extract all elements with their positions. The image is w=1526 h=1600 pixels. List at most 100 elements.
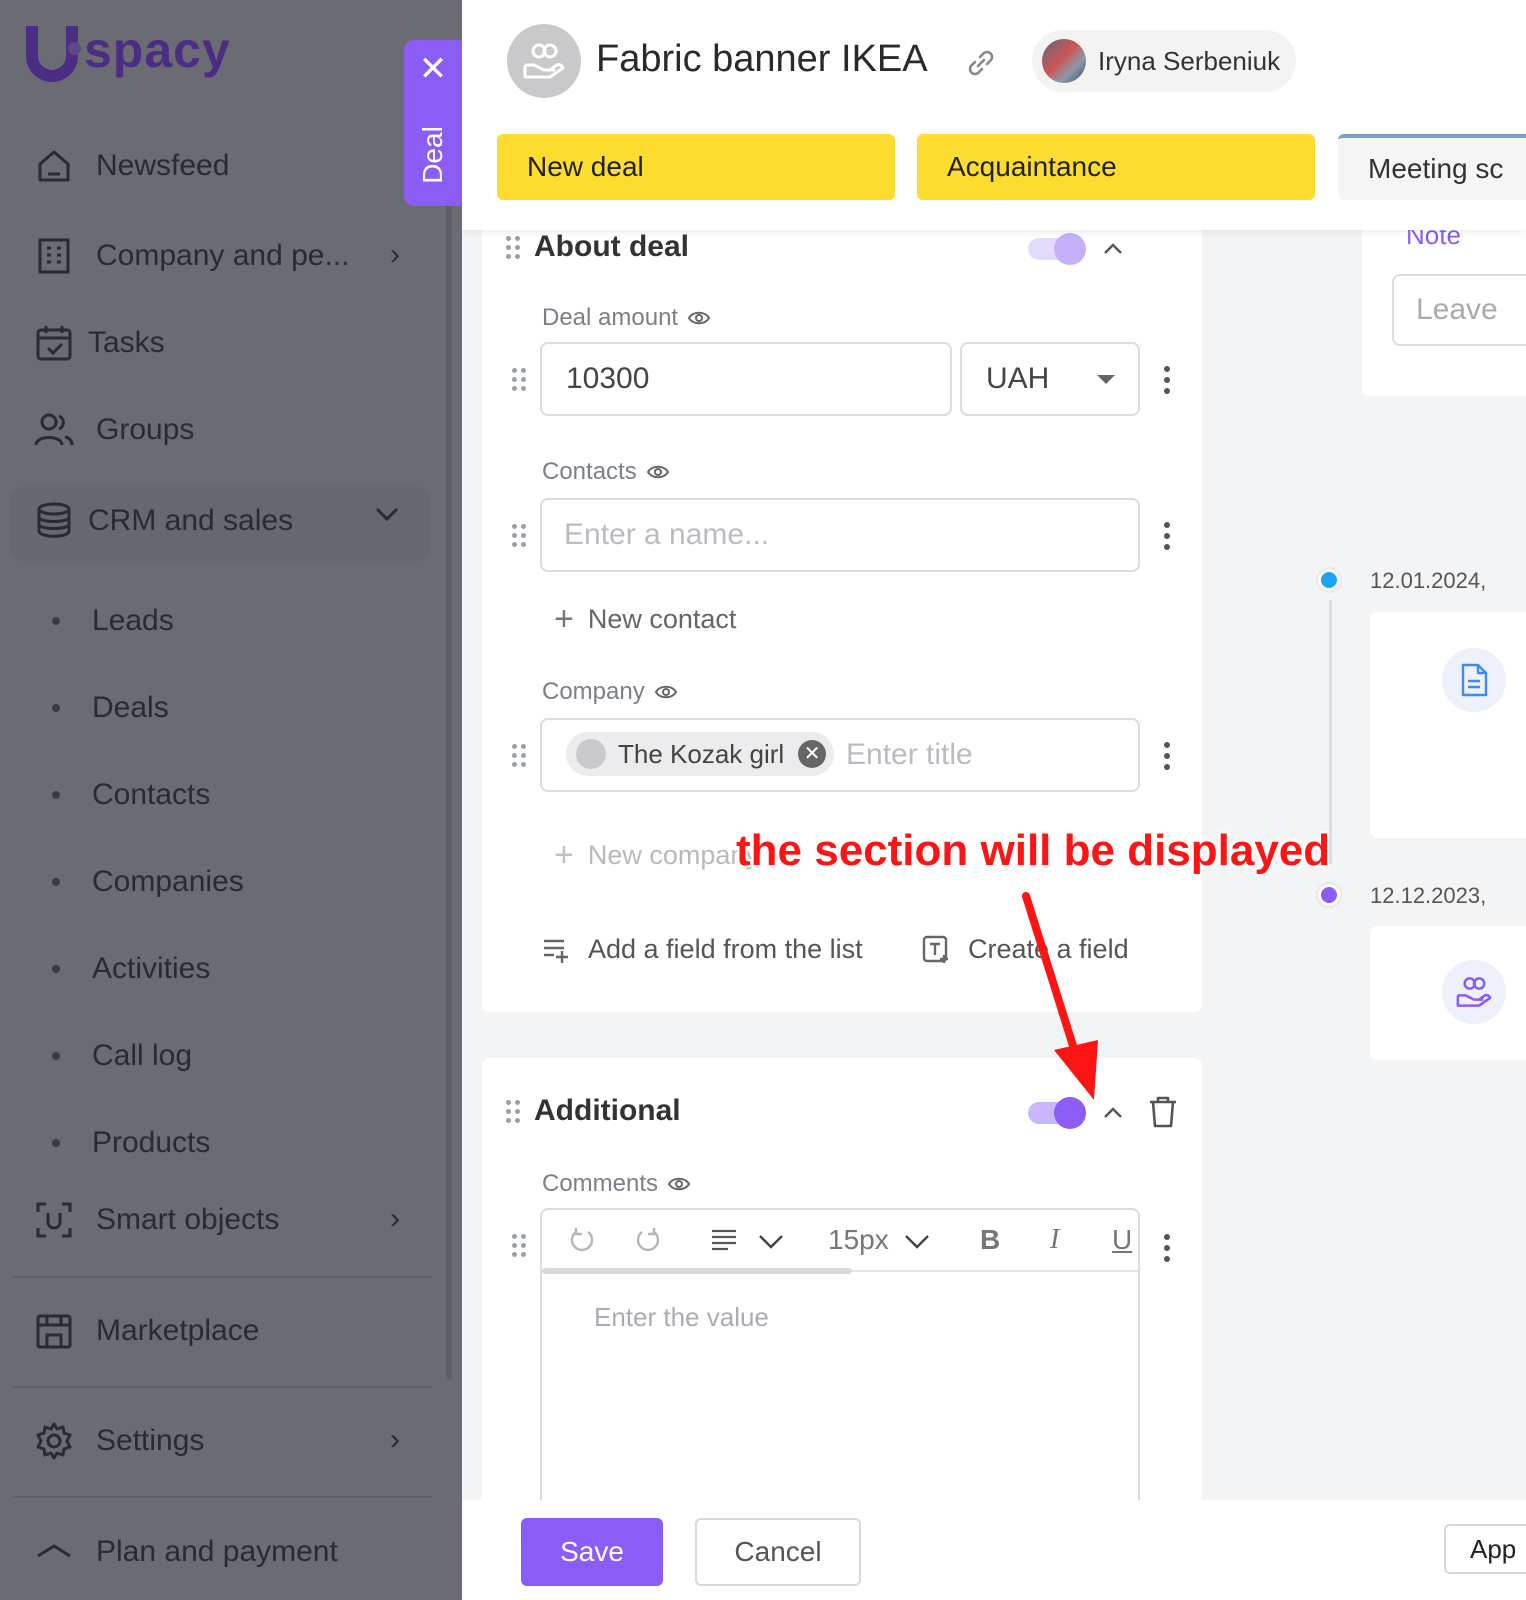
sidebar-subitem-call-log[interactable]: Call log	[52, 1031, 192, 1081]
field-menu-icon[interactable]	[1162, 742, 1172, 772]
sidebar-item-company[interactable]: Company and pe... ›	[30, 226, 430, 286]
timeline-item-card[interactable]	[1370, 612, 1526, 838]
users-icon	[30, 406, 78, 454]
sidebar-item-plan[interactable]: Plan and payment	[30, 1522, 430, 1582]
timeline-item-card[interactable]	[1370, 926, 1526, 1060]
comments-label: Comments	[542, 1170, 691, 1198]
note-input[interactable]: Leave	[1392, 274, 1526, 346]
sidebar-item-label: Settings	[96, 1424, 205, 1457]
font-size-value[interactable]: 15px	[828, 1224, 889, 1256]
editor-placeholder: Enter the value	[594, 1302, 769, 1332]
currency-select[interactable]: UAH	[960, 342, 1140, 416]
home-icon	[30, 142, 78, 190]
bold-button[interactable]: B	[980, 1224, 1000, 1256]
new-contact-button[interactable]: + New contact	[554, 602, 736, 636]
sidebar-subitem-companies[interactable]: Companies	[52, 857, 244, 907]
stage-acquaintance[interactable]: Acquaintance	[917, 134, 1315, 200]
store-icon	[30, 1307, 78, 1355]
section-visibility-toggle[interactable]	[1028, 1097, 1086, 1129]
app-logo[interactable]: spacy	[26, 22, 231, 82]
logo-text: spacy	[84, 22, 231, 78]
deal-amount-label: Deal amount	[542, 304, 711, 332]
remove-chip-icon[interactable]: ✕	[798, 740, 827, 768]
eye-icon[interactable]	[688, 310, 711, 326]
divider	[12, 1386, 432, 1388]
eye-icon[interactable]	[646, 464, 669, 480]
cancel-button[interactable]: Cancel	[695, 1518, 861, 1586]
plan-icon	[30, 1528, 78, 1576]
sidebar-item-crm[interactable]: CRM and sales	[30, 491, 430, 551]
eye-icon[interactable]	[668, 1176, 691, 1192]
redo-icon[interactable]	[634, 1226, 662, 1254]
drag-handle-icon[interactable]	[512, 368, 528, 392]
timeline-line	[1329, 600, 1332, 864]
chevron-down-icon[interactable]	[758, 1234, 784, 1250]
stage-new-deal[interactable]: New deal	[497, 134, 895, 200]
sidebar-subitem-leads[interactable]: Leads	[52, 596, 174, 646]
drag-handle-icon[interactable]	[506, 236, 522, 260]
save-button[interactable]: Save	[521, 1518, 663, 1586]
sidebar-item-tasks[interactable]: Tasks	[30, 313, 430, 373]
deal-amount-input[interactable]: 10300	[540, 342, 952, 416]
deal-title[interactable]: Fabric banner IKEA	[596, 38, 928, 81]
create-field-button[interactable]: Create a field	[922, 934, 1129, 965]
trash-icon[interactable]	[1148, 1096, 1178, 1128]
field-menu-icon[interactable]	[1162, 366, 1172, 396]
sidebar-subitem-activities[interactable]: Activities	[52, 944, 210, 994]
sidebar-item-settings[interactable]: Settings ›	[30, 1411, 430, 1471]
close-icon[interactable]: ✕	[418, 52, 448, 86]
chevron-right-icon: ›	[390, 1202, 400, 1235]
sidebar-item-newsfeed[interactable]: Newsfeed	[30, 136, 430, 196]
add-field-from-list-button[interactable]: Add a field from the list	[542, 934, 863, 965]
section-title: Additional	[534, 1094, 681, 1127]
new-company-button[interactable]: + New company	[554, 838, 759, 872]
timeline-date: 12.01.2024,	[1370, 568, 1487, 593]
plus-icon: +	[554, 600, 574, 638]
contacts-label: Contacts	[542, 458, 669, 486]
italic-button[interactable]: I	[1050, 1224, 1059, 1256]
toolbar-scrollbar[interactable]	[542, 1268, 852, 1274]
sidebar-item-smart-objects[interactable]: Smart objects ›	[30, 1190, 430, 1250]
sidebar-item-label: CRM and sales	[88, 504, 294, 537]
eye-icon[interactable]	[654, 684, 677, 700]
field-menu-icon[interactable]	[1162, 1234, 1172, 1264]
timeline-date: 12.12.2023,	[1370, 883, 1487, 908]
drag-handle-icon[interactable]	[512, 744, 528, 768]
align-icon[interactable]	[710, 1228, 738, 1252]
form-footer: Save Cancel App	[462, 1500, 1526, 1600]
deal-handshake-icon	[1442, 960, 1506, 1024]
sidebar-item-marketplace[interactable]: Marketplace	[30, 1301, 430, 1361]
sidebar-scrollbar[interactable]	[446, 40, 452, 1380]
drag-handle-icon[interactable]	[506, 1100, 522, 1124]
section-visibility-toggle[interactable]	[1028, 233, 1086, 265]
about-deal-section: About deal Deal amount 10300 UAH Contact…	[482, 200, 1202, 1012]
text-field-icon	[922, 935, 948, 963]
field-menu-icon[interactable]	[1162, 522, 1172, 552]
contacts-input[interactable]: Enter a name...	[540, 498, 1140, 572]
company-chip[interactable]: The Kozak girl ✕	[566, 732, 835, 776]
sidebar-subitem-products[interactable]: Products	[52, 1118, 210, 1168]
chevron-up-icon[interactable]	[1102, 1102, 1124, 1124]
drag-handle-icon[interactable]	[512, 524, 528, 548]
sidebar-item-label: Smart objects	[96, 1203, 280, 1236]
deal-side-tab[interactable]: ✕ Deal	[404, 40, 462, 206]
link-icon[interactable]	[964, 46, 998, 80]
timeline-dot	[1318, 569, 1340, 591]
building-icon	[30, 232, 78, 280]
sidebar-item-label: Company and pe...	[96, 239, 350, 272]
chevron-down-icon[interactable]	[904, 1234, 930, 1250]
underline-button[interactable]: U	[1112, 1224, 1132, 1256]
drag-handle-icon[interactable]	[512, 1234, 528, 1258]
sidebar-item-label: Groups	[96, 413, 195, 446]
undo-icon[interactable]	[568, 1226, 596, 1254]
sidebar-subitem-deals[interactable]: Deals	[52, 683, 169, 733]
responsible-user-chip[interactable]: Iryna Serbeniuk	[1032, 30, 1296, 92]
company-icon	[576, 739, 606, 769]
sidebar-item-groups[interactable]: Groups	[30, 400, 430, 460]
plus-icon: +	[554, 836, 574, 874]
chevron-up-icon[interactable]	[1102, 238, 1124, 260]
app-button[interactable]: App	[1444, 1524, 1526, 1574]
stage-meeting[interactable]: Meeting sc	[1338, 134, 1526, 200]
sidebar-subitem-contacts[interactable]: Contacts	[52, 770, 210, 820]
comments-editor[interactable]: 15px B I U Enter the value	[540, 1208, 1140, 1518]
